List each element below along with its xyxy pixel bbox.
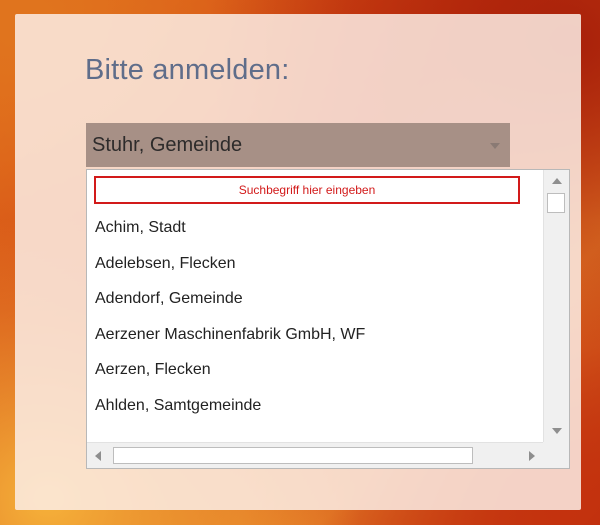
page-title: Bitte anmelden: <box>85 54 290 86</box>
scroll-up-arrow-icon[interactable] <box>552 178 562 184</box>
vertical-scroll-thumb[interactable] <box>547 193 565 213</box>
select-current-value: Stuhr, Gemeinde <box>92 134 243 156</box>
options-list: Achim, Stadt Adelebsen, Flecken Adendorf… <box>87 210 529 431</box>
vertical-scrollbar[interactable] <box>543 170 569 442</box>
horizontal-scroll-thumb[interactable] <box>113 447 473 464</box>
horizontal-scrollbar[interactable] <box>87 442 543 468</box>
list-item[interactable]: Aerzen, Flecken <box>87 352 529 388</box>
list-item[interactable]: Adelebsen, Flecken <box>87 246 529 282</box>
list-item[interactable]: Adendorf, Gemeinde <box>87 281 529 317</box>
scroll-left-arrow-icon[interactable] <box>95 451 101 461</box>
list-item[interactable]: Achim, Stadt <box>87 210 529 246</box>
login-panel: Bitte anmelden: Stuhr, Gemeinde Achim, S… <box>15 14 581 510</box>
municipality-select[interactable]: Stuhr, Gemeinde <box>86 123 510 167</box>
list-item[interactable]: Aerzener Maschinenfabrik GmbH, WF <box>87 317 529 353</box>
search-input[interactable] <box>94 176 520 204</box>
municipality-dropdown: Achim, Stadt Adelebsen, Flecken Adendorf… <box>86 169 570 469</box>
list-item[interactable]: Ahlden, Samtgemeinde <box>87 388 529 424</box>
scroll-down-arrow-icon[interactable] <box>552 428 562 434</box>
scroll-right-arrow-icon[interactable] <box>529 451 535 461</box>
scrollbar-corner <box>543 442 569 468</box>
chevron-down-icon[interactable] <box>490 143 500 149</box>
